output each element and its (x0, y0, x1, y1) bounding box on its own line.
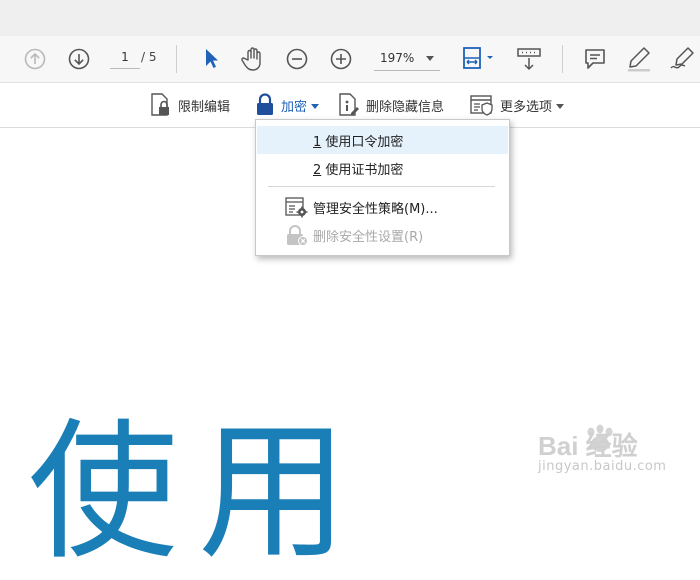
watermark-url: jingyan.baidu.com (538, 459, 667, 474)
restrict-edit-button[interactable]: 限制编辑 (150, 93, 230, 117)
zoom-out-icon[interactable] (285, 47, 309, 71)
menu-item-label: 1 使用口令加密 (313, 131, 403, 150)
chevron-down-icon (426, 56, 434, 61)
toolbar-divider (562, 45, 563, 73)
remove-security-icon (287, 225, 308, 246)
menu-item-text: 删除安全性设置(R) (313, 229, 424, 245)
scroll-mode-icon[interactable] (515, 45, 543, 73)
menu-item-label: 2 使用证书加密 (313, 159, 403, 178)
more-options-label: 更多选项 (500, 99, 553, 115)
manage-policies-icon (285, 197, 308, 218)
page-total: / 5 (141, 50, 157, 64)
remove-hidden-info-button[interactable]: 删除隐藏信息 (338, 93, 444, 117)
menu-item-certificate-encrypt[interactable]: 2 使用证书加密 (257, 154, 508, 182)
menu-item-manage-security-policies[interactable]: 管理安全性策略(M)... (257, 193, 508, 221)
encrypt-button[interactable]: 加密 (255, 93, 320, 117)
remove-hidden-info-label: 删除隐藏信息 (366, 99, 445, 115)
menu-separator (268, 186, 495, 187)
page-number-input[interactable] (110, 46, 140, 69)
zoom-value: 197% (380, 51, 415, 65)
fit-page-icon[interactable] (460, 45, 498, 73)
encrypt-label: 加密 (281, 99, 308, 115)
more-options-button[interactable]: 更多选项 (470, 93, 565, 117)
menu-item-remove-security-settings: 删除安全性设置(R) (257, 221, 508, 249)
zoom-in-icon[interactable] (329, 47, 353, 71)
restrict-edit-icon (151, 93, 169, 116)
document-heading-text: 使用 (28, 406, 369, 580)
prev-page-icon[interactable] (23, 47, 47, 71)
more-options-icon (470, 95, 493, 116)
baidu-jingyan-watermark: Bai 经验 jingyan.baidu.com (538, 424, 668, 484)
zoom-select[interactable]: 197% (374, 46, 440, 71)
chevron-down-icon (311, 103, 320, 109)
highlight-pen-icon[interactable] (625, 45, 653, 73)
select-arrow-icon[interactable] (199, 46, 223, 72)
window-top-strip (0, 0, 700, 36)
next-page-icon[interactable] (67, 47, 91, 71)
menu-item-password-encrypt[interactable]: 1 使用口令加密 (257, 126, 508, 154)
menu-item-text: 管理安全性策略(M)... (313, 201, 438, 217)
comment-icon[interactable] (582, 46, 608, 72)
main-toolbar: / 5 197% (0, 36, 700, 83)
menu-item-text: 使用口令加密 (321, 134, 404, 150)
remove-hidden-info-icon (339, 93, 359, 116)
chevron-down-icon (556, 103, 565, 109)
restrict-edit-label: 限制编辑 (178, 99, 231, 115)
sign-icon[interactable] (668, 45, 696, 73)
hand-icon[interactable] (240, 45, 266, 73)
lock-icon (257, 93, 273, 115)
toolbar-divider (176, 45, 177, 73)
menu-item-text: 使用证书加密 (321, 162, 404, 178)
encrypt-dropdown-menu: 1 使用口令加密 2 使用证书加密 管理安全性策略(M)... 删除安全性设置(… (255, 119, 510, 256)
watermark-logo-text: Bai 经验 (538, 431, 638, 461)
